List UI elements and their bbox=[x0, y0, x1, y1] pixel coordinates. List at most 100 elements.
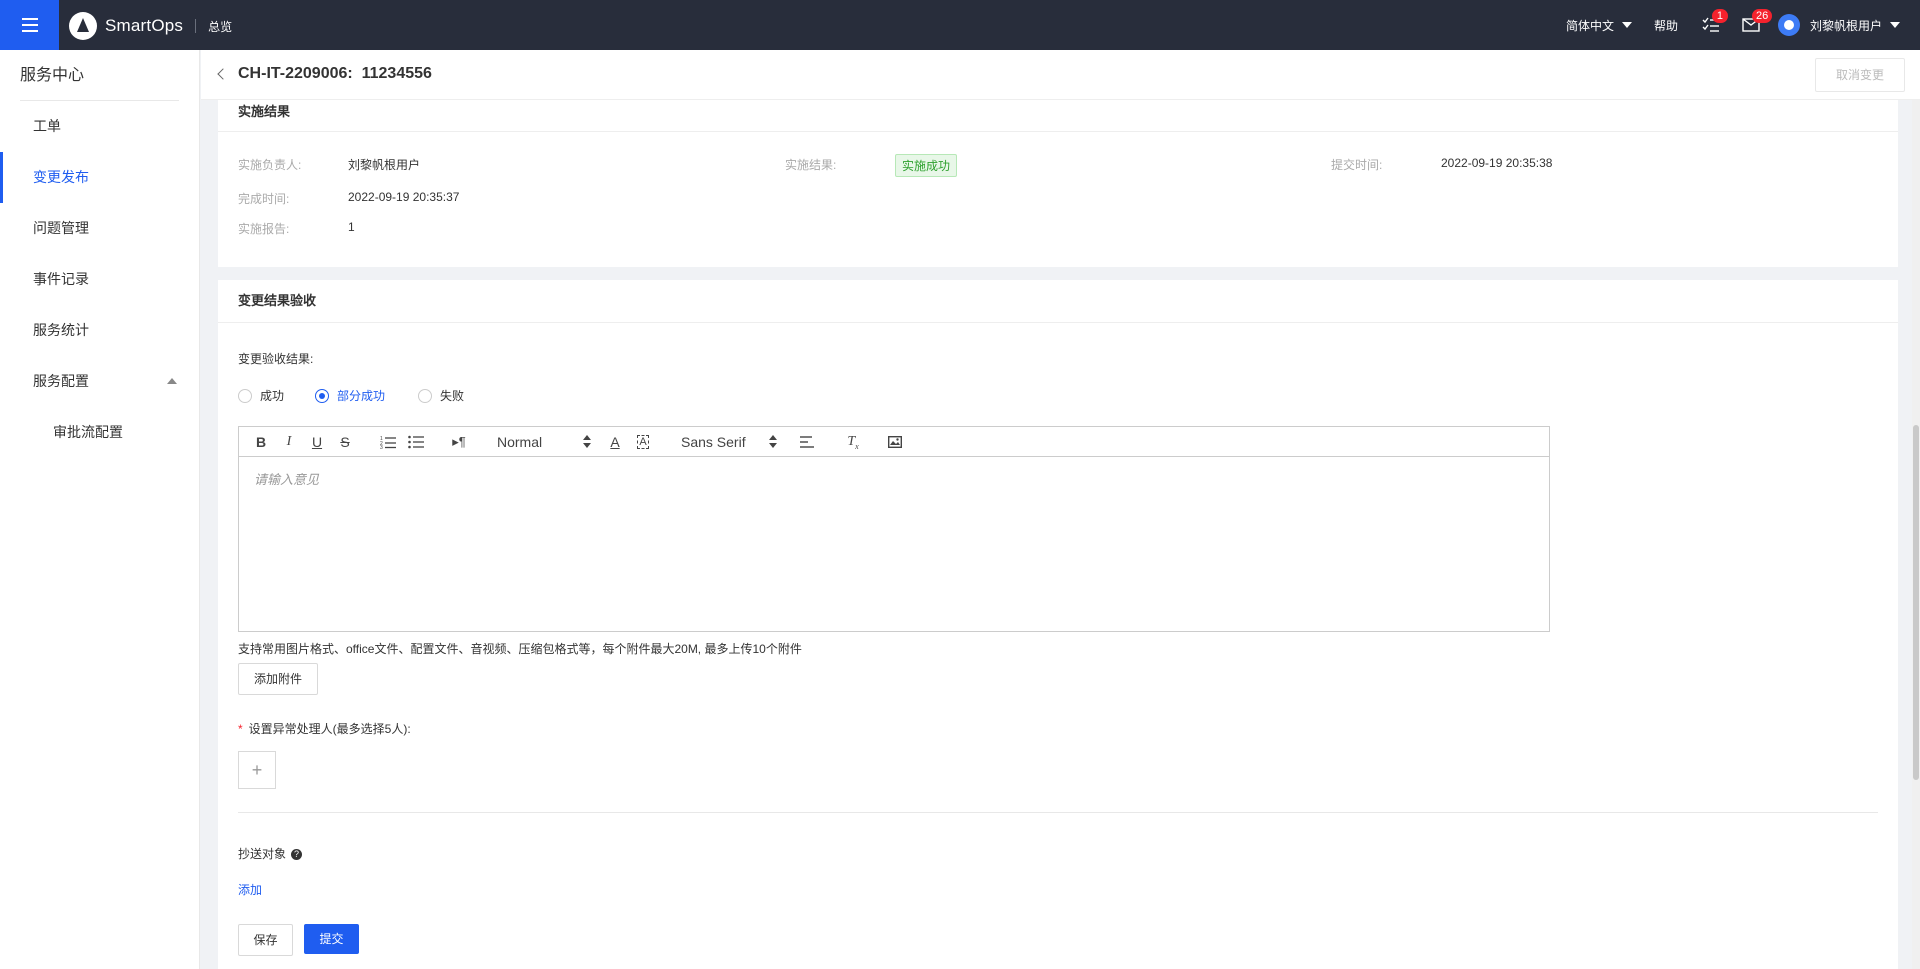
sidebar-subitem-approval-flow[interactable]: 审批流配置 bbox=[0, 407, 199, 458]
finish-time-value: 2022-09-19 20:35:37 bbox=[348, 190, 460, 204]
editor-toolbar: B I U S 123 ▸¶ Normal A A Sans Serif Tx bbox=[239, 427, 1549, 457]
back-chevron-icon[interactable] bbox=[217, 68, 229, 80]
status-badge: 实施成功 bbox=[895, 154, 958, 177]
sidebar-item-label: 问题管理 bbox=[33, 220, 89, 236]
add-handler-button[interactable]: + bbox=[238, 751, 276, 789]
sidebar-title: 服务中心 bbox=[20, 50, 179, 101]
background-color-icon[interactable]: A bbox=[635, 427, 651, 457]
result-label: 实施结果: bbox=[785, 158, 837, 172]
sidebar-item-label: 工单 bbox=[33, 118, 61, 134]
bullet-list-icon[interactable] bbox=[407, 427, 425, 457]
header-format-select[interactable]: Normal bbox=[497, 427, 591, 457]
sidebar-item-label: 事件记录 bbox=[33, 271, 89, 287]
top-bar: SmartOps 总览 简体中文 帮助 1 26 刘黎帆根用户 bbox=[0, 0, 1920, 50]
chevron-up-icon bbox=[167, 378, 177, 384]
brand-divider bbox=[195, 19, 197, 33]
submit-time-value: 2022-09-19 20:35:38 bbox=[1441, 156, 1553, 170]
exception-handler-label: * 设置异常处理人(最多选择5人): bbox=[238, 720, 411, 737]
cancel-change-button[interactable]: 取消变更 bbox=[1815, 58, 1905, 92]
rich-text-editor: B I U S 123 ▸¶ Normal A A Sans Serif Tx … bbox=[238, 426, 1550, 632]
question-icon[interactable]: ? bbox=[291, 849, 303, 861]
radio-partial-success[interactable]: 部分成功 bbox=[315, 387, 385, 404]
username[interactable]: 刘黎帆根用户 bbox=[1810, 17, 1882, 34]
language-select[interactable]: 简体中文 bbox=[1566, 17, 1632, 34]
add-cc-link[interactable]: 添加 bbox=[238, 881, 262, 898]
sidebar-item-label: 变更发布 bbox=[33, 169, 89, 185]
owner-value: 刘黎帆根用户 bbox=[348, 158, 421, 172]
acceptance-result-label: 变更验收结果: bbox=[238, 352, 314, 366]
page-header: CH-IT-2209006: 11234556 取消变更 bbox=[201, 50, 1920, 100]
add-attachment-button[interactable]: 添加附件 bbox=[238, 663, 318, 695]
todo-badge: 1 bbox=[1711, 9, 1728, 23]
menu-toggle-button[interactable] bbox=[0, 0, 59, 50]
editor-input[interactable]: 请输入意见 bbox=[254, 469, 319, 488]
chevron-down-icon bbox=[1621, 22, 1632, 28]
italic-icon[interactable]: I bbox=[281, 427, 297, 457]
strikethrough-icon[interactable]: S bbox=[337, 427, 353, 457]
bold-icon[interactable]: B bbox=[253, 427, 269, 457]
exception-handler-text: 设置异常处理人(最多选择5人): bbox=[248, 722, 411, 736]
radio-circle bbox=[418, 388, 432, 403]
logo-icon bbox=[69, 12, 97, 40]
sidebar-item-change-release[interactable]: 变更发布 bbox=[0, 152, 199, 203]
sidebar-item-label: 审批流配置 bbox=[53, 424, 123, 440]
align-icon[interactable] bbox=[799, 427, 815, 457]
sidebar-item-label: 服务统计 bbox=[33, 322, 89, 338]
sidebar-item-workorder[interactable]: 工单 bbox=[0, 101, 199, 152]
image-icon[interactable] bbox=[887, 427, 903, 457]
page-title: CH-IT-2209006: 11234556 bbox=[238, 65, 432, 82]
divider bbox=[238, 812, 1878, 813]
user-menu-chevron-icon[interactable] bbox=[1890, 22, 1900, 28]
sidebar-item-problem-management[interactable]: 问题管理 bbox=[0, 203, 199, 254]
radio-success[interactable]: 成功 bbox=[238, 387, 284, 404]
language-label: 简体中文 bbox=[1565, 18, 1614, 33]
implementation-result-card: 实施结果 实施负责人: 刘黎帆根用户 实施结果: 实施成功 提交时间: 2022… bbox=[218, 100, 1898, 267]
sidebar: 服务中心 工单 变更发布 问题管理 事件记录 服务统计 服务配置 审批流配置 bbox=[0, 50, 200, 969]
change-acceptance-card: 变更结果验收 变更验收结果: 成功 部分成功 失败 B I U S 123 ▸¶… bbox=[218, 280, 1898, 969]
todo-button[interactable]: 1 bbox=[1700, 9, 1728, 36]
underline-icon[interactable]: U bbox=[309, 427, 325, 457]
report-label: 实施报告: bbox=[238, 222, 290, 236]
submit-button[interactable]: 提交 bbox=[304, 924, 359, 954]
radio-failure[interactable]: 失败 bbox=[418, 387, 464, 404]
help-link[interactable]: 帮助 bbox=[1654, 17, 1678, 34]
required-mark: * bbox=[238, 722, 243, 736]
font-family-select[interactable]: Sans Serif bbox=[681, 427, 777, 457]
sidebar-item-service-config[interactable]: 服务配置 bbox=[0, 356, 199, 407]
section-title: 变更结果验收 bbox=[218, 280, 1898, 323]
ordered-list-icon[interactable]: 123 bbox=[379, 427, 397, 457]
message-button[interactable]: 26 bbox=[1740, 9, 1773, 36]
brand-name: SmartOps bbox=[105, 16, 184, 35]
sidebar-item-service-stats[interactable]: 服务统计 bbox=[0, 305, 199, 356]
clear-format-icon[interactable]: Tx bbox=[844, 427, 862, 457]
font-color-icon[interactable]: A bbox=[607, 427, 623, 457]
cc-label: 抄送对象? bbox=[238, 845, 303, 862]
select-arrows-icon bbox=[583, 435, 591, 449]
report-value[interactable]: 1 bbox=[348, 220, 355, 234]
scrollbar-thumb[interactable] bbox=[1913, 425, 1919, 780]
owner-label: 实施负责人: bbox=[238, 158, 302, 172]
radio-label: 成功 bbox=[260, 389, 285, 403]
radio-label: 失败 bbox=[440, 389, 465, 403]
submit-time-label: 提交时间: bbox=[1331, 158, 1383, 172]
attachment-hint: 支持常用图片格式、office文件、配置文件、音视频、压缩包格式等，每个附件最大… bbox=[238, 642, 802, 656]
radio-circle bbox=[238, 388, 252, 403]
cc-label-text: 抄送对象 bbox=[238, 847, 287, 861]
text-direction-icon[interactable]: ▸¶ bbox=[449, 427, 469, 457]
sidebar-item-event-records[interactable]: 事件记录 bbox=[0, 254, 199, 305]
overview-link[interactable]: 总览 bbox=[208, 18, 232, 35]
select-arrows-icon bbox=[769, 435, 777, 449]
sidebar-item-label: 服务配置 bbox=[33, 373, 89, 389]
header-format-value: Normal bbox=[497, 434, 543, 450]
svg-text:3: 3 bbox=[380, 445, 383, 449]
finish-time-label: 完成时间: bbox=[238, 192, 290, 206]
save-button[interactable]: 保存 bbox=[238, 924, 293, 956]
hamburger-icon bbox=[21, 18, 38, 32]
radio-label: 部分成功 bbox=[337, 389, 386, 403]
user-avatar[interactable] bbox=[1777, 14, 1800, 36]
scrollbar[interactable] bbox=[1912, 100, 1920, 969]
font-family-value: Sans Serif bbox=[681, 434, 746, 450]
brand-logo[interactable]: SmartOps 总览 bbox=[69, 12, 232, 40]
section-title: 实施结果 bbox=[218, 100, 1898, 132]
message-badge: 26 bbox=[1751, 9, 1773, 23]
